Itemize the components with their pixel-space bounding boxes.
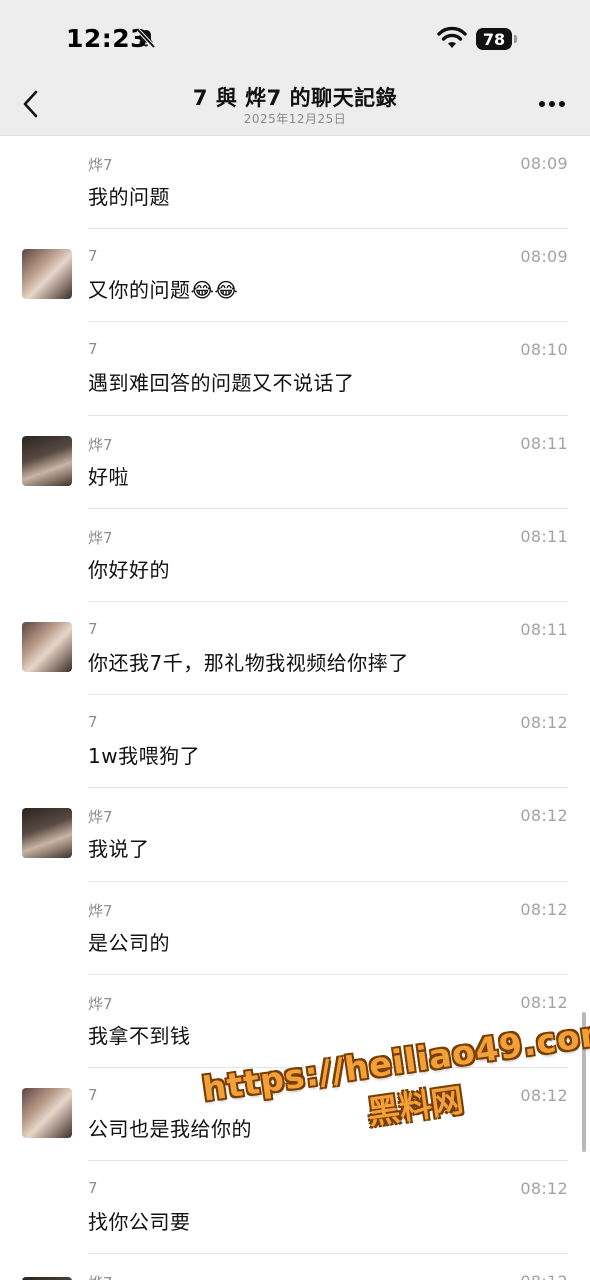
scrollbar[interactable]: [582, 1012, 586, 1152]
more-options-icon[interactable]: [538, 100, 566, 108]
message-row[interactable]: 烨7 08:11 好啦: [0, 416, 590, 509]
message-time: 08:10: [520, 340, 568, 360]
message-time: 08:12: [520, 1272, 568, 1280]
message-text: 是公司的: [88, 930, 170, 955]
message-sender: 烨7: [88, 528, 113, 547]
message-text: 遇到难回答的问题又不说话了: [88, 371, 355, 396]
message-sender: 7: [88, 247, 98, 266]
message-text: 公司也是我给你的: [88, 1116, 252, 1141]
message-sender: 7: [88, 619, 98, 638]
message-time: 08:11: [520, 526, 568, 546]
message-text: 好啦: [88, 464, 129, 489]
message-sender: 烨7: [88, 994, 113, 1013]
message-time: 08:12: [520, 899, 568, 919]
avatar[interactable]: [22, 435, 72, 486]
bell-muted-icon: [136, 28, 156, 49]
battery-level: 78: [482, 29, 506, 49]
message-sender: 烨7: [88, 901, 113, 920]
message-row[interactable]: 7 08:10 遇到难回答的问题又不说话了: [0, 322, 590, 416]
message-row[interactable]: 7 08:09 又你的问题😂😂: [0, 229, 590, 323]
message-time: 08:09: [520, 154, 568, 173]
message-text: 我拿不到钱: [88, 1023, 191, 1048]
message-row-partial[interactable]: 烨7 08:12: [0, 1265, 590, 1280]
battery-indicator: 78: [476, 28, 512, 50]
message-row[interactable]: 烨7 08:12 是公司的: [0, 882, 590, 975]
chat-header: 7 與 烨7 的聊天記錄 2025年12月25日: [0, 80, 590, 136]
page-title: 7 與 烨7 的聊天記錄: [192, 86, 398, 110]
message-row[interactable]: 烨7 08:11 你好好的: [0, 509, 590, 602]
message-text: 我说了: [88, 837, 150, 862]
message-time: 08:12: [520, 1179, 568, 1199]
message-time: 08:12: [520, 992, 568, 1012]
message-text: 1w我喂狗了: [88, 744, 201, 769]
message-time: 08:12: [520, 806, 568, 826]
divider: [88, 1253, 568, 1255]
page-date: 2025年12月25日: [243, 112, 347, 126]
message-text: 找你公司要: [88, 1210, 191, 1235]
message-row[interactable]: 7 08:12 1w我喂狗了: [0, 695, 590, 789]
avatar[interactable]: [22, 1087, 72, 1138]
message-row[interactable]: 烨7 08:12 我拿不到钱: [0, 975, 590, 1068]
message-sender: 7: [88, 1085, 98, 1104]
message-time: 08:12: [520, 713, 568, 733]
avatar[interactable]: [22, 621, 72, 672]
message-row[interactable]: 7 08:12 找你公司要: [0, 1161, 590, 1255]
message-sender: 烨7: [88, 435, 113, 454]
message-sender: 7: [88, 1179, 98, 1198]
message-row[interactable]: 7 08:12 公司也是我给你的: [0, 1068, 590, 1162]
avatar[interactable]: [22, 808, 72, 859]
message-text: 你好好的: [88, 557, 170, 582]
message-sender: 烨7: [88, 156, 113, 174]
message-row[interactable]: 烨7 08:12 我说了: [0, 788, 590, 882]
message-text: 又你的问题😂😂: [88, 278, 239, 303]
message-time: 08:11: [520, 433, 568, 453]
message-time: 08:11: [520, 619, 568, 639]
message-text: 我的问题: [88, 185, 170, 209]
status-bar: 12:23 78: [0, 0, 590, 80]
message-text: 你还我7千，那礼物我视频给你摔了: [88, 650, 409, 675]
message-row[interactable]: 烨7 08:09 我的问题: [0, 136, 590, 230]
battery-tip: [514, 35, 517, 43]
message-sender: 烨7: [88, 808, 113, 827]
message-sender: 7: [88, 713, 98, 732]
avatar[interactable]: [22, 249, 72, 300]
message-sender: 烨7: [88, 1272, 113, 1280]
message-row[interactable]: 7 08:11 你还我7千，那礼物我视频给你摔了: [0, 602, 590, 696]
wifi-icon: [437, 26, 467, 48]
message-time: 08:12: [520, 1085, 568, 1105]
message-list[interactable]: 烨7 08:09 我的问题 7 08:09 又你的问题😂😂 7 08:10 遇到…: [0, 136, 590, 1255]
message-time: 08:09: [520, 247, 568, 267]
message-sender: 7: [88, 340, 98, 359]
